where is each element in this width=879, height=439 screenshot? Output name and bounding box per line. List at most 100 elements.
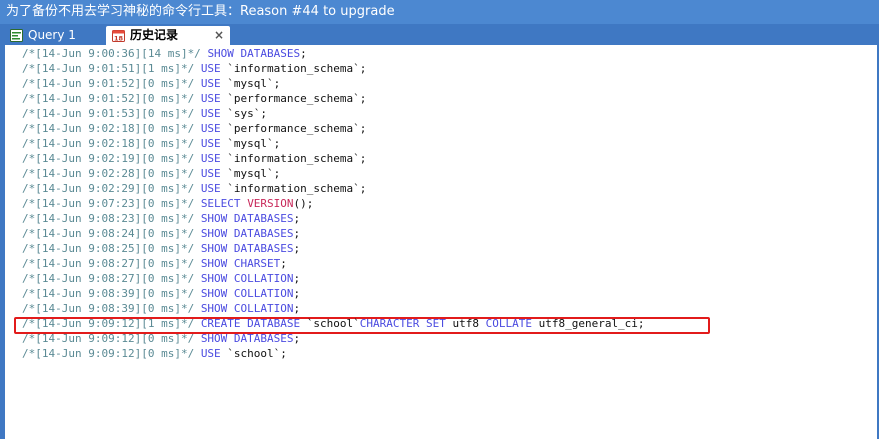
- comment-text: /*[14-Jun 9:08:24][0 ms]*/: [22, 227, 195, 240]
- history-line[interactable]: /*[14-Jun 9:02:19][0 ms]*/ USE `informat…: [22, 151, 366, 166]
- sql-text: utf8: [445, 317, 486, 330]
- comment-text: /*[14-Jun 9:00:36][14 ms]*/: [22, 47, 201, 60]
- left-border: [0, 45, 5, 439]
- sql-text: ;: [293, 332, 301, 345]
- sql-keyword: SHOW DATABASES: [200, 242, 294, 255]
- sql-text: ;: [293, 212, 301, 225]
- sql-keyword: SHOW COLLATION: [200, 302, 294, 315]
- tab-bar: Query 1 18 历史记录 × +: [0, 24, 879, 68]
- comment-text: /*[14-Jun 9:02:18][0 ms]*/: [22, 122, 195, 135]
- history-line[interactable]: /*[14-Jun 9:09:12][0 ms]*/ SHOW DATABASE…: [22, 331, 300, 346]
- history-line[interactable]: /*[14-Jun 9:02:18][0 ms]*/ USE `mysql`;: [22, 136, 280, 151]
- history-line[interactable]: /*[14-Jun 9:02:28][0 ms]*/ USE `mysql`;: [22, 166, 280, 181]
- history-line[interactable]: /*[14-Jun 9:01:52][0 ms]*/ USE `mysql`;: [22, 76, 280, 91]
- sql-keyword: USE: [200, 347, 221, 360]
- sql-text: `performance_schema`;: [220, 92, 367, 105]
- sql-text: `mysql`;: [220, 137, 281, 150]
- sql-keyword: USE: [200, 62, 221, 75]
- history-line[interactable]: /*[14-Jun 9:09:12][0 ms]*/ USE `school`;: [22, 346, 287, 361]
- sql-keyword: USE: [200, 137, 221, 150]
- sql-text: `school`: [300, 317, 360, 330]
- history-line[interactable]: /*[14-Jun 9:01:51][1 ms]*/ USE `informat…: [22, 61, 366, 76]
- sql-text: `mysql`;: [220, 167, 281, 180]
- history-line[interactable]: /*[14-Jun 9:00:36][14 ms]*/ SHOW DATABAS…: [22, 46, 307, 61]
- sql-text: `information_schema`;: [220, 182, 367, 195]
- sql-text: `performance_schema`;: [220, 122, 367, 135]
- sql-keyword: SHOW DATABASES: [200, 227, 294, 240]
- history-line[interactable]: /*[14-Jun 9:02:18][0 ms]*/ USE `performa…: [22, 121, 366, 136]
- sql-text: ;: [293, 272, 301, 285]
- history-line[interactable]: /*[14-Jun 9:09:12][1 ms]*/ CREATE DATABA…: [22, 316, 645, 331]
- history-line[interactable]: /*[14-Jun 9:01:52][0 ms]*/ USE `performa…: [22, 91, 366, 106]
- history-line[interactable]: /*[14-Jun 9:08:39][0 ms]*/ SHOW COLLATIO…: [22, 286, 300, 301]
- history-line[interactable]: /*[14-Jun 9:08:27][0 ms]*/ SHOW COLLATIO…: [22, 271, 300, 286]
- sql-keyword: SHOW DATABASES: [207, 47, 301, 60]
- comment-text: /*[14-Jun 9:07:23][0 ms]*/: [22, 197, 195, 210]
- sql-text: utf8_general_ci;: [531, 317, 645, 330]
- sql-keyword: CREATE DATABASE: [200, 317, 301, 330]
- sql-text: ;: [293, 227, 301, 240]
- history-line[interactable]: /*[14-Jun 9:08:39][0 ms]*/ SHOW COLLATIO…: [22, 301, 300, 316]
- sql-text: `school`;: [220, 347, 287, 360]
- comment-text: /*[14-Jun 9:01:51][1 ms]*/: [22, 62, 195, 75]
- comment-text: /*[14-Jun 9:01:52][0 ms]*/: [22, 92, 195, 105]
- tab-query-1[interactable]: Query 1: [4, 26, 100, 45]
- sql-text: ();: [293, 197, 314, 210]
- sql-keyword: USE: [200, 77, 221, 90]
- sql-keyword: SHOW DATABASES: [200, 332, 294, 345]
- history-line[interactable]: /*[14-Jun 9:08:24][0 ms]*/ SHOW DATABASE…: [22, 226, 300, 241]
- comment-text: /*[14-Jun 9:08:27][0 ms]*/: [22, 272, 195, 285]
- comment-text: /*[14-Jun 9:01:53][0 ms]*/: [22, 107, 195, 120]
- history-line[interactable]: /*[14-Jun 9:08:25][0 ms]*/ SHOW DATABASE…: [22, 241, 300, 256]
- svg-text:18: 18: [114, 35, 124, 43]
- sql-keyword: USE: [200, 107, 221, 120]
- sql-keyword: USE: [200, 152, 221, 165]
- query-icon: [10, 29, 23, 42]
- sql-keyword: SHOW COLLATION: [200, 272, 294, 285]
- comment-text: /*[14-Jun 9:08:39][0 ms]*/: [22, 287, 195, 300]
- comment-text: /*[14-Jun 9:02:18][0 ms]*/: [22, 137, 195, 150]
- tab-history[interactable]: 18 历史记录 ×: [106, 26, 230, 45]
- comment-text: /*[14-Jun 9:02:19][0 ms]*/: [22, 152, 195, 165]
- sql-keyword: USE: [200, 182, 221, 195]
- sql-keyword: COLLATE: [485, 317, 532, 330]
- sql-text: `information_schema`;: [220, 152, 367, 165]
- history-line[interactable]: /*[14-Jun 9:08:23][0 ms]*/ SHOW DATABASE…: [22, 211, 300, 226]
- comment-text: /*[14-Jun 9:01:52][0 ms]*/: [22, 77, 195, 90]
- sql-text: ;: [293, 242, 301, 255]
- history-line[interactable]: /*[14-Jun 9:07:23][0 ms]*/ SELECT VERSIO…: [22, 196, 313, 211]
- sql-text: ;: [280, 257, 287, 270]
- window-titlebar: 为了备份不用去学习神秘的命令行工具：Reason #44 to upgrade: [0, 0, 879, 24]
- tab-label: 历史记录: [130, 28, 179, 42]
- close-tab-icon[interactable]: ×: [214, 26, 224, 45]
- comment-text: /*[14-Jun 9:09:12][1 ms]*/: [22, 317, 195, 330]
- sql-keyword: CHARACTER SET: [359, 317, 446, 330]
- sql-keyword: SHOW COLLATION: [200, 287, 294, 300]
- sql-text: `information_schema`;: [220, 62, 367, 75]
- sql-text: `mysql`;: [220, 77, 281, 90]
- calendar-icon: 18: [112, 30, 125, 43]
- comment-text: /*[14-Jun 9:08:27][0 ms]*/: [22, 257, 195, 270]
- comment-text: /*[14-Jun 9:09:12][0 ms]*/: [22, 347, 195, 360]
- history-line[interactable]: /*[14-Jun 9:01:53][0 ms]*/ USE `sys`;: [22, 106, 267, 121]
- history-line[interactable]: /*[14-Jun 9:08:27][0 ms]*/ SHOW CHARSET;: [22, 256, 287, 271]
- sql-function: VERSION: [247, 197, 294, 210]
- tab-label: Query 1: [28, 28, 76, 42]
- sql-keyword: USE: [200, 92, 221, 105]
- sql-text: ;: [300, 47, 307, 60]
- window-title: 为了备份不用去学习神秘的命令行工具：Reason #44 to upgrade: [6, 4, 395, 19]
- sql-keyword: USE: [200, 122, 221, 135]
- sql-keyword: SHOW DATABASES: [200, 212, 294, 225]
- comment-text: /*[14-Jun 9:02:28][0 ms]*/: [22, 167, 195, 180]
- comment-text: /*[14-Jun 9:08:23][0 ms]*/: [22, 212, 195, 225]
- history-line[interactable]: /*[14-Jun 9:02:29][0 ms]*/ USE `informat…: [22, 181, 366, 196]
- sql-text: `sys`;: [220, 107, 268, 120]
- sql-keyword: SELECT: [200, 197, 241, 210]
- sql-keyword: SHOW CHARSET: [200, 257, 281, 270]
- sql-text: ;: [293, 302, 301, 315]
- comment-text: /*[14-Jun 9:09:12][0 ms]*/: [22, 332, 195, 345]
- history-log-editor[interactable]: /*[14-Jun 9:00:36][14 ms]*/ SHOW DATABAS…: [8, 45, 876, 439]
- sql-text: ;: [293, 287, 301, 300]
- sql-keyword: USE: [200, 167, 221, 180]
- comment-text: /*[14-Jun 9:08:39][0 ms]*/: [22, 302, 195, 315]
